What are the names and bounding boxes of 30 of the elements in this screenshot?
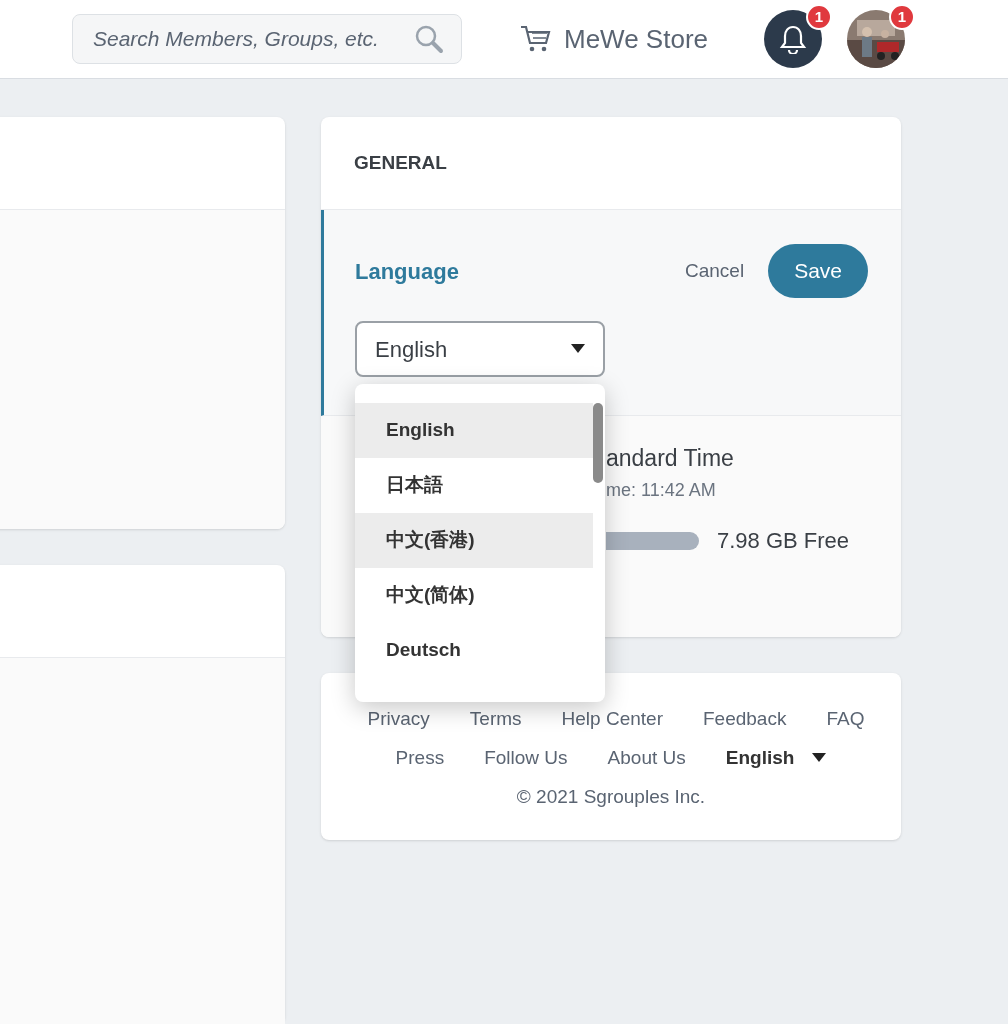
footer-link[interactable]: Press	[395, 744, 445, 771]
bell-icon	[779, 24, 807, 54]
copyright-text: © 2021 Sgrouples Inc.	[516, 785, 706, 809]
storage-free-text: 7.98 GB Free	[717, 527, 850, 555]
language-link[interactable]: English	[725, 744, 827, 771]
footer-link[interactable]: About Us	[607, 744, 686, 771]
notification-count: 1	[806, 4, 832, 30]
setting-label: Language	[355, 257, 460, 286]
notification-count: 1	[889, 4, 915, 30]
caret-icon	[571, 344, 585, 354]
footer-link[interactable]: Privacy	[367, 705, 430, 732]
store-link[interactable]: MeWe Store	[520, 19, 708, 59]
cancel-button[interactable]: Cancel	[684, 256, 745, 286]
cart-icon	[520, 24, 552, 54]
language-option[interactable]: English	[355, 403, 593, 458]
save-button[interactable]: Save	[768, 244, 868, 298]
search-field[interactable]: Search Members, Groups, etc.	[72, 14, 462, 64]
caret-icon	[812, 752, 827, 763]
footer-link[interactable]: Follow Us	[484, 744, 568, 771]
footer-link[interactable]: Feedback	[702, 705, 787, 732]
language-option[interactable]: 中文(香港)	[355, 513, 593, 568]
footer-link[interactable]: Terms	[469, 705, 522, 732]
footer-link[interactable]: Help Center	[561, 705, 663, 732]
local-time-text: me: 11:42 AM	[606, 479, 717, 502]
notifications-button[interactable]	[764, 10, 822, 68]
section-title: GENERAL	[354, 150, 447, 175]
timezone-text: andard Time	[606, 444, 735, 473]
footer-link[interactable]: FAQ	[826, 705, 865, 732]
language-select[interactable]: English	[355, 321, 605, 377]
scrollbar[interactable]	[593, 403, 603, 483]
